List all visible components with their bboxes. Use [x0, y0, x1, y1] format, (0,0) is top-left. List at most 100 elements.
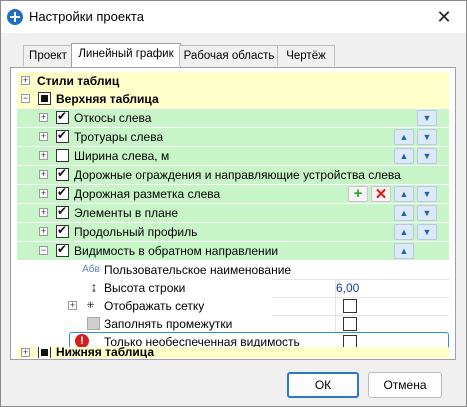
move-down-button[interactable]: ▼ [417, 129, 437, 145]
arrow-up-icon: ▲ [399, 151, 409, 161]
move-up-button[interactable]: ▲ [394, 148, 414, 164]
tree-row-item[interactable]: + Дорожные ограждения и направляющие уст… [17, 166, 449, 184]
tab-drawing[interactable]: Чертёж [277, 45, 335, 66]
row-height-icon: ↨ [91, 280, 97, 294]
expand-icon[interactable]: + [21, 348, 30, 357]
grid-icon: ⁜ [86, 300, 95, 310]
bottom-table-checkbox[interactable] [38, 347, 51, 358]
item-checkbox[interactable] [56, 149, 69, 162]
tree-row-bottom-table[interactable]: + Нижняя таблица [17, 347, 449, 358]
plus-icon: + [353, 185, 363, 202]
tree-label: Верхняя таблица [56, 92, 159, 106]
item-checkbox[interactable] [56, 166, 69, 181]
collapse-icon[interactable]: − [39, 246, 48, 255]
top-table-checkbox[interactable] [38, 92, 51, 105]
expand-icon[interactable]: + [21, 76, 30, 85]
tree-label: Нижняя таблица [56, 347, 154, 358]
tree-label: Откосы слева [74, 111, 152, 125]
prop-row-show-grid[interactable]: + ⁜ Отображать сетку [17, 297, 449, 315]
prop-label: Высота строки [104, 281, 186, 295]
tree-row-item[interactable]: + Откосы слева ▼ [17, 109, 449, 127]
arrow-up-icon: ▲ [399, 189, 409, 199]
tree-label: Тротуары слева [74, 130, 164, 144]
expand-icon[interactable]: + [68, 301, 77, 310]
delete-x-icon: ✕ [374, 186, 388, 203]
tree-label: Ширина слева, м [74, 149, 170, 163]
cancel-button[interactable]: Отмена [368, 372, 442, 398]
expand-icon[interactable]: + [39, 151, 48, 160]
expand-icon[interactable]: + [39, 170, 48, 179]
add-button[interactable]: + [348, 185, 368, 202]
tree-row-item[interactable]: + Ширина слева, м ▲ ▼ [17, 147, 449, 165]
move-up-button[interactable]: ▲ [394, 129, 414, 145]
fill-gaps-checkbox[interactable] [343, 317, 357, 331]
tree-label: Видимость в обратном направлении [74, 244, 279, 258]
arrow-down-icon: ▼ [422, 227, 432, 237]
arrow-up-icon: ▲ [399, 208, 409, 218]
arrow-down-icon: ▼ [422, 189, 432, 199]
arrow-up-icon: ▲ [399, 246, 409, 256]
move-up-button[interactable]: ▲ [394, 224, 414, 240]
error-icon: ! [75, 334, 89, 348]
tree-row-item[interactable]: + Продольный профиль ▲ ▼ [17, 223, 449, 241]
prop-row-row-height[interactable]: ↨ Высота строки 6,00 [17, 279, 449, 297]
expand-icon[interactable]: + [39, 113, 48, 122]
fill-icon [87, 317, 100, 330]
tree-row-top-table[interactable]: − Верхняя таблица [17, 90, 449, 108]
delete-button[interactable]: ✕ [371, 186, 391, 203]
move-up-button[interactable]: ▲ [394, 243, 414, 259]
collapse-icon[interactable]: − [21, 94, 30, 103]
tree-label: Продольный профиль [74, 225, 198, 239]
item-checkbox[interactable] [56, 223, 69, 238]
prop-label: Пользовательское наименование [104, 263, 292, 277]
move-up-button[interactable]: ▲ [394, 186, 414, 202]
move-down-button[interactable]: ▼ [417, 205, 437, 221]
arrow-down-icon: ▼ [422, 151, 432, 161]
text-abc-icon: Абв [82, 264, 100, 275]
item-checkbox[interactable] [56, 128, 69, 143]
prop-label: Заполнять промежутки [104, 317, 233, 331]
expand-icon[interactable]: + [39, 208, 48, 217]
ok-button[interactable]: ОК [287, 372, 359, 398]
arrow-down-icon: ▼ [422, 132, 432, 142]
dialog-window: Настройки проекта ✕ Проект Линейный граф… [0, 0, 467, 407]
move-down-button[interactable]: ▼ [417, 224, 437, 240]
move-up-button[interactable]: ▲ [394, 205, 414, 221]
settings-tree: + Стили таблиц − Верхняя таблица + Откос… [17, 72, 449, 358]
move-down-button[interactable]: ▼ [417, 148, 437, 164]
tree-row-item[interactable]: + Элементы в плане ▲ ▼ [17, 204, 449, 222]
close-icon[interactable]: ✕ [433, 6, 455, 28]
window-title: Настройки проекта [29, 9, 144, 24]
app-icon [7, 9, 23, 25]
show-grid-checkbox[interactable] [343, 299, 357, 313]
tree-row-item[interactable]: + Дорожная разметка слева + ✕ ▲ ▼ [17, 185, 449, 203]
tab-project[interactable]: Проект [23, 45, 73, 66]
tab-line-graph[interactable]: Линейный график [71, 43, 181, 68]
tab-work-area[interactable]: Рабочая область [179, 45, 279, 66]
arrow-up-icon: ▲ [399, 132, 409, 142]
expand-icon[interactable]: + [39, 132, 48, 141]
move-down-button[interactable]: ▼ [417, 186, 437, 202]
arrow-down-icon: ▼ [422, 208, 432, 218]
item-checkbox[interactable] [56, 204, 69, 219]
title-bar: Настройки проекта ✕ [1, 1, 466, 33]
prop-row-custom-name[interactable]: Абв Пользовательское наименование [17, 261, 449, 279]
expand-icon[interactable]: + [39, 189, 48, 198]
arrow-up-icon: ▲ [399, 227, 409, 237]
item-checkbox[interactable] [56, 109, 69, 124]
item-checkbox[interactable] [56, 185, 69, 200]
prop-label: Отображать сетку [104, 299, 205, 313]
tree-row-table-styles[interactable]: + Стили таблиц [17, 72, 449, 90]
tree-label: Дорожные ограждения и направляющие устро… [74, 168, 401, 182]
tree-row-item[interactable]: − Видимость в обратном направлении ▲ [17, 242, 449, 260]
row-height-value[interactable]: 6,00 [336, 281, 359, 295]
tree-label: Стили таблиц [37, 74, 120, 88]
tree-row-item[interactable]: + Тротуары слева ▲ ▼ [17, 128, 449, 146]
tree-label: Дорожная разметка слева [74, 187, 221, 201]
arrow-down-icon: ▼ [422, 113, 432, 123]
expand-icon[interactable]: + [39, 227, 48, 236]
prop-row-fill-gaps[interactable]: Заполнять промежутки [17, 315, 449, 333]
item-checkbox[interactable] [56, 242, 69, 257]
move-down-button[interactable]: ▼ [417, 110, 437, 126]
tree-label: Элементы в плане [74, 206, 179, 220]
